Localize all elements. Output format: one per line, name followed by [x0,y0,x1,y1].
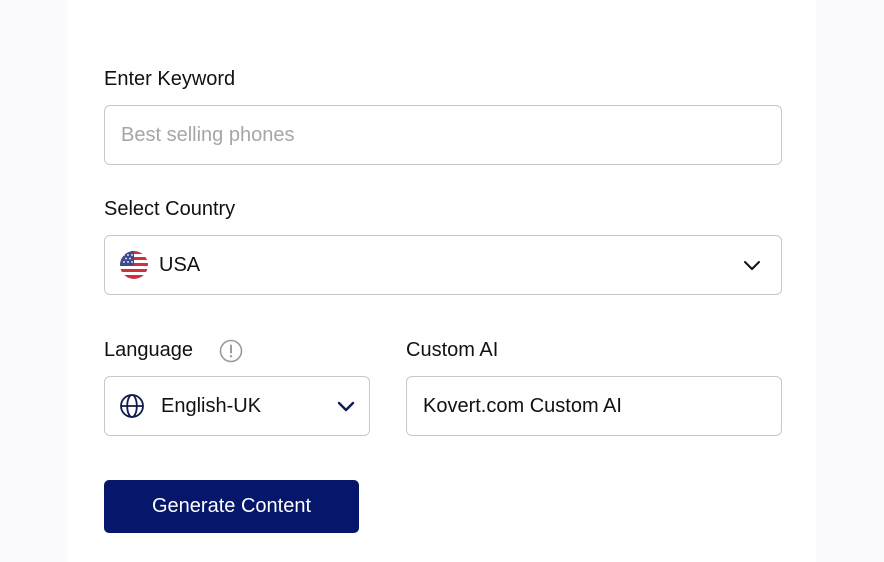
custom-ai-input[interactable]: Kovert.com Custom AI [406,376,782,436]
language-selected-value: English-UK [161,395,262,417]
us-flag-icon [120,251,148,279]
keyword-input[interactable]: Best selling phones [104,105,782,165]
custom-ai-label: Custom AI [406,339,499,361]
chevron-down-icon [744,261,760,270]
country-label: Select Country [104,198,236,220]
country-selected-value: USA [159,254,201,276]
custom-ai-value: Kovert.com Custom AI [423,395,622,417]
language-label: Language [104,339,193,361]
globe-icon [120,394,144,418]
keyword-label: Enter Keyword [104,68,236,90]
keyword-placeholder: Best selling phones [121,124,295,146]
country-select[interactable]: USA [104,235,782,295]
info-icon[interactable] [219,339,243,363]
language-select[interactable]: English-UK [104,376,370,436]
generate-content-button[interactable]: Generate Content [104,480,359,533]
chevron-down-icon [337,401,355,412]
generate-content-label: Generate Content [152,495,311,517]
